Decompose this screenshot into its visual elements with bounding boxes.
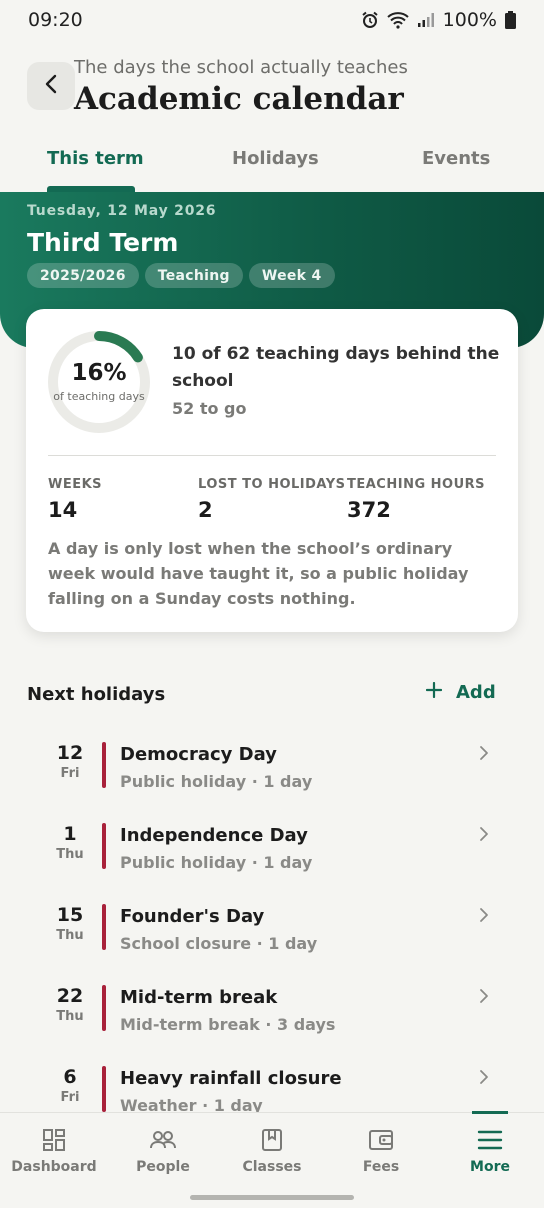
chip-status: Teaching [144,263,243,288]
battery-percent: 100% [442,9,497,31]
chevron-right-icon [478,1068,490,1090]
holiday-weekday: Fri [60,766,80,781]
battery-icon [505,11,516,29]
stat-lost-to-holidays: LOST TO HOLIDAYS 2 [198,477,346,522]
dashboard-icon [42,1127,66,1153]
chevron-right-icon [478,906,490,928]
progress-note: A day is only lost when the school’s ord… [48,539,469,608]
back-button[interactable] [27,62,75,110]
bottom-nav: Dashboard People Classes Fees More [0,1111,544,1208]
holiday-row[interactable]: 22 Thu Mid-term break Mid-term break · 3… [0,985,544,1051]
plus-icon [425,681,443,703]
nav-item-people[interactable]: People [109,1113,217,1193]
holiday-weekday: Thu [56,1009,84,1024]
holiday-name: Independence Day [120,825,308,846]
tab-this-term[interactable]: This term [47,140,144,192]
holiday-meta: Public holiday · 1 day [120,853,313,872]
holiday-day: 1 [63,823,77,845]
progress-percent: 16% [71,360,127,386]
stat-value: 372 [347,498,391,522]
add-holiday-button[interactable]: Add [425,681,496,703]
nav-label: More [470,1159,510,1175]
holiday-color-bar [102,904,106,950]
status-icons: 100% [361,9,516,31]
holiday-color-bar [102,1066,106,1112]
nav-label: Fees [362,1159,400,1175]
holiday-weekday: Fri [60,1090,80,1105]
nav-label: People [136,1159,190,1175]
stat-label: TEACHING HOURS [347,477,486,492]
signal-icon [417,12,435,28]
page-subtitle: The days the school actually teaches [74,57,408,78]
holiday-day: 6 [63,1066,77,1088]
progress-ring-caption: of teaching days [53,390,145,403]
status-bar: 09:20 100% [0,0,544,40]
term-name: Third Term [27,228,179,257]
stat-value: 2 [198,498,213,522]
page-title: Academic calendar [74,81,404,117]
holiday-name: Founder's Day [120,906,265,927]
chip-academic-year: 2025/2026 [27,263,139,288]
progress-ring: 16% of teaching days [46,329,152,435]
chevron-left-icon [44,73,58,99]
progress-card: 16% of teaching days 10 of 62 teaching d… [26,309,518,632]
home-indicator[interactable] [190,1195,354,1200]
stat-value: 14 [48,498,78,522]
book-icon [261,1127,283,1153]
nav-item-classes[interactable]: Classes [218,1113,326,1193]
stat-label: WEEKS [48,477,103,492]
holiday-day: 22 [56,985,84,1007]
holiday-name: Heavy rainfall closure [120,1068,342,1089]
holiday-weekday: Thu [56,928,84,943]
holiday-day: 15 [56,904,84,926]
holiday-color-bar [102,985,106,1031]
nav-item-fees[interactable]: Fees [327,1113,435,1193]
chevron-right-icon [478,825,490,847]
holiday-row[interactable]: 15 Thu Founder's Day School closure · 1 … [0,904,544,970]
wallet-icon [368,1127,394,1153]
nav-label: Dashboard [11,1159,97,1175]
holiday-color-bar [102,742,106,788]
chevron-right-icon [478,744,490,766]
nav-item-more[interactable]: More [436,1113,544,1193]
holiday-name: Democracy Day [120,744,277,765]
holiday-day: 12 [56,742,84,764]
progress-headline: 10 of 62 teaching days behind the school [172,344,500,391]
nav-item-dashboard[interactable]: Dashboard [0,1113,108,1193]
holiday-name: Mid-term break [120,987,278,1008]
tab-events[interactable]: Events [422,140,490,192]
progress-remaining: 52 to go [172,399,247,418]
current-date: Tuesday, 12 May 2026 [27,203,217,219]
tab-holidays[interactable]: Holidays [232,140,319,192]
holiday-meta: Public holiday · 1 day [120,772,313,791]
chevron-right-icon [478,987,490,1009]
holiday-meta: School closure · 1 day [120,934,318,953]
card-divider [48,455,496,456]
people-icon [149,1127,177,1153]
chip-week: Week 4 [248,263,335,288]
holiday-row[interactable]: 1 Thu Independence Day Public holiday · … [0,823,544,889]
nav-label: Classes [242,1159,302,1175]
tab-bar: This term Holidays Events [0,140,544,192]
stat-teaching-hours: TEACHING HOURS 372 [347,477,485,522]
stat-label: LOST TO HOLIDAYS [198,477,346,492]
stat-weeks: WEEKS 14 [48,477,102,522]
add-label: Add [456,682,496,703]
holiday-row[interactable]: 12 Fri Democracy Day Public holiday · 1 … [0,742,544,808]
holiday-color-bar [102,823,106,869]
holiday-meta: Mid-term break · 3 days [120,1015,336,1034]
wifi-icon [387,11,409,29]
menu-icon [477,1127,503,1153]
alarm-icon [361,11,379,29]
status-time: 09:20 [28,9,83,31]
holiday-weekday: Thu [56,847,84,862]
section-title-next-holidays: Next holidays [27,684,166,705]
term-chips: 2025/2026 Teaching Week 4 [27,263,335,288]
